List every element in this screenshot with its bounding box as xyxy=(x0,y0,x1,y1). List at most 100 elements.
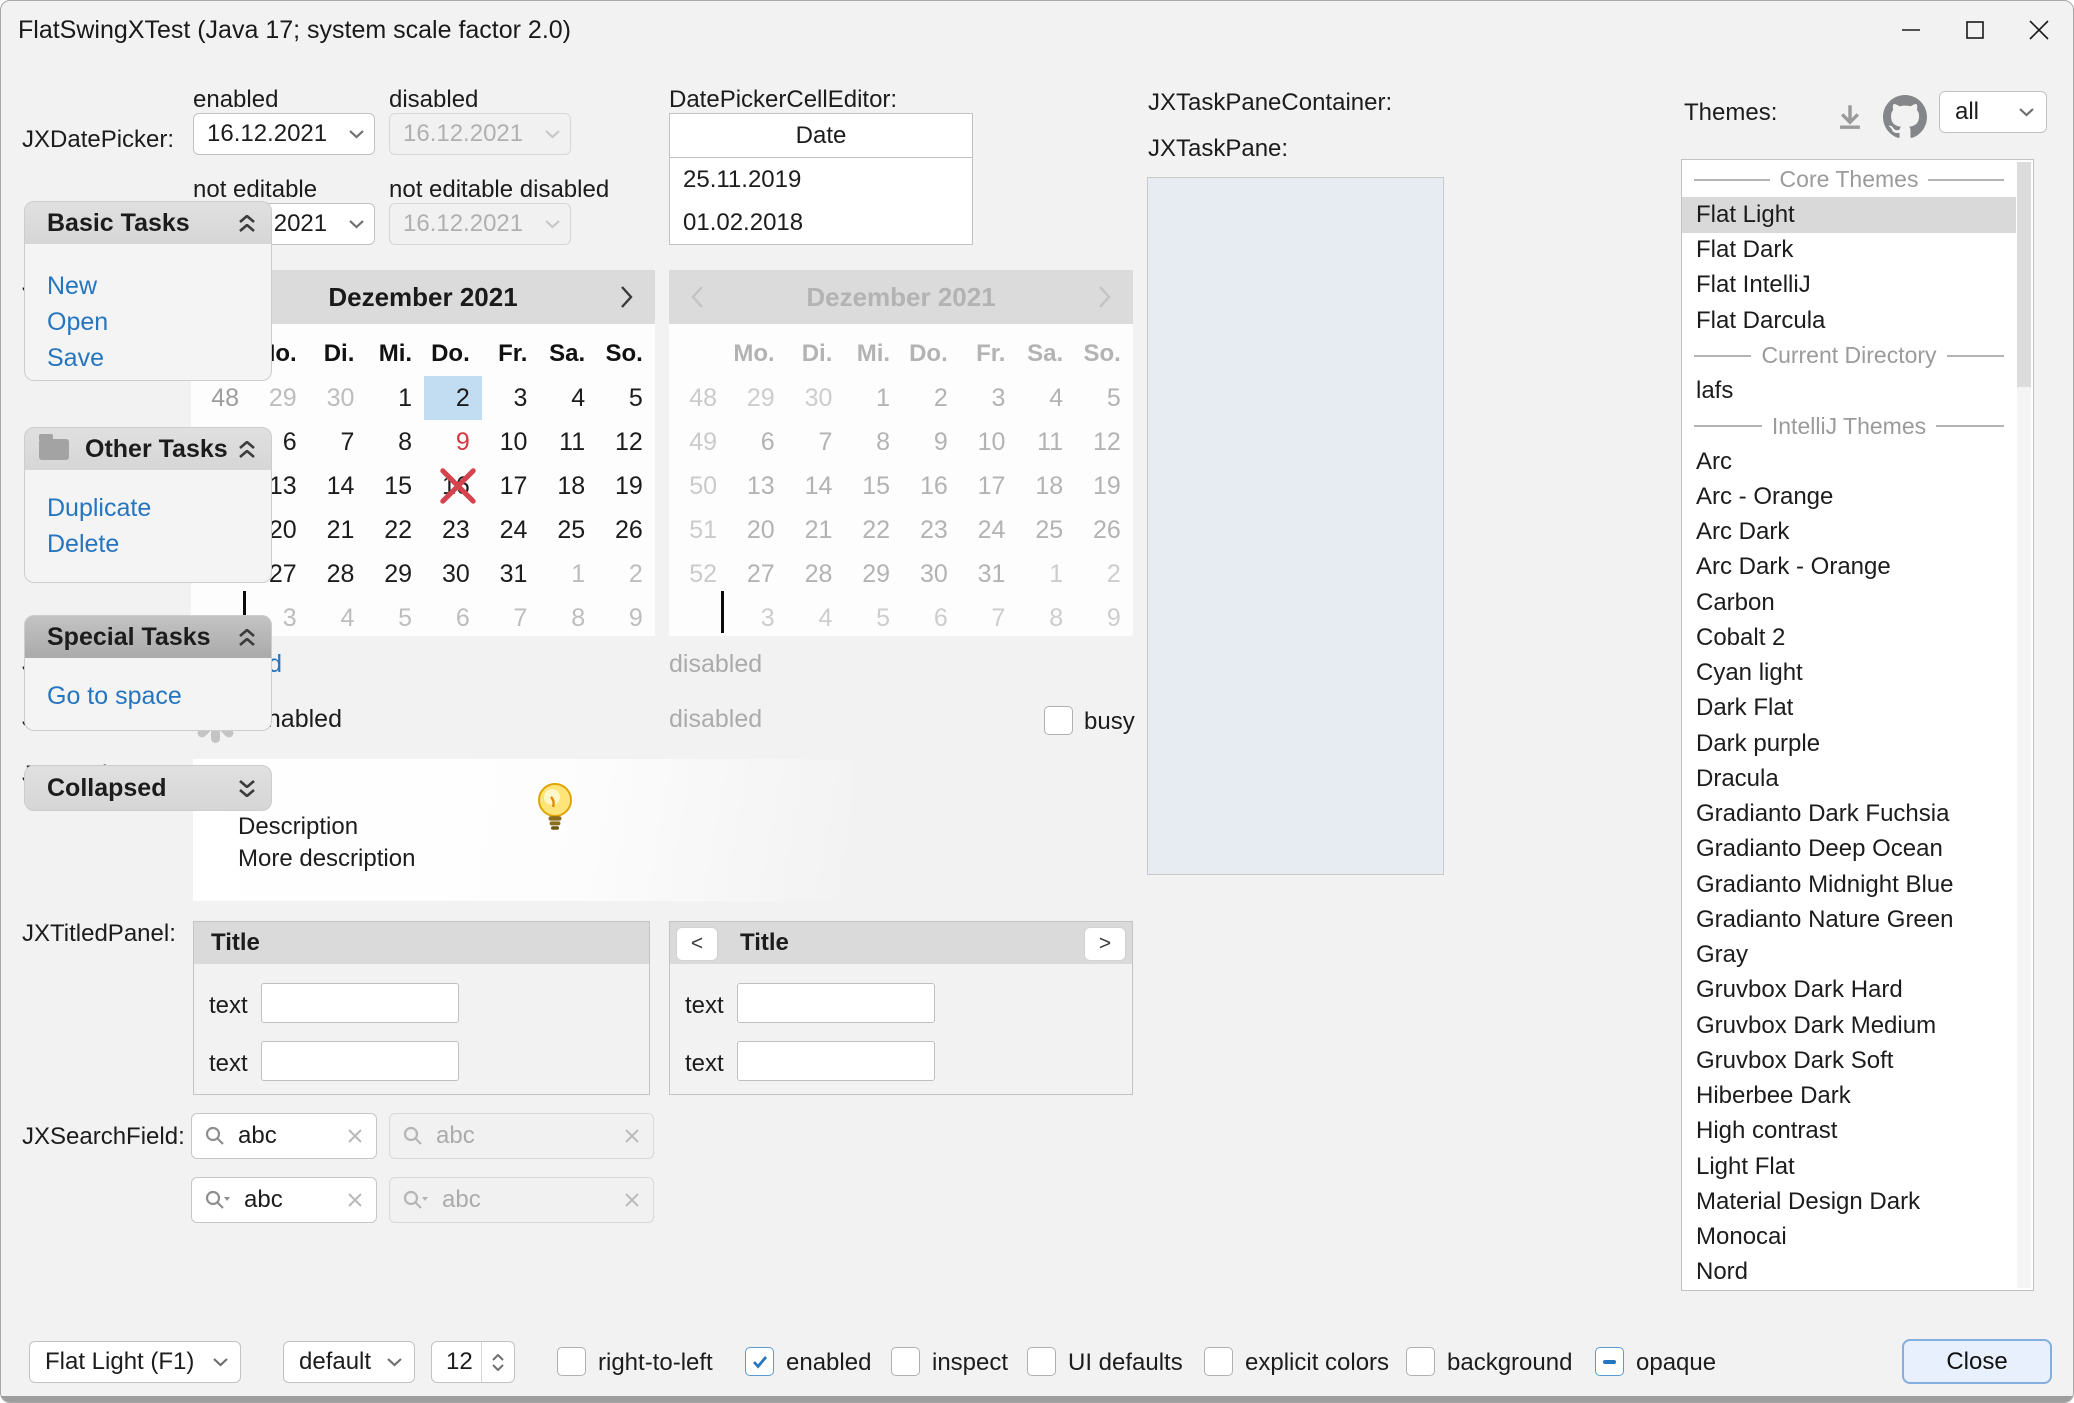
calendar-day[interactable]: 30 xyxy=(424,552,482,596)
calendar-day[interactable]: 19 xyxy=(597,464,655,508)
checkbox-label[interactable]: right-to-left xyxy=(598,1349,713,1377)
theme-list-item[interactable]: Arc Dark - Orange xyxy=(1682,550,2016,585)
collapse-icon[interactable] xyxy=(239,215,255,232)
calendar-day[interactable]: 11 xyxy=(539,420,597,464)
expand-icon[interactable] xyxy=(239,780,255,797)
theme-list-item[interactable]: lafs xyxy=(1682,374,2016,409)
theme-list-item[interactable]: Light Flat xyxy=(1682,1149,2016,1184)
celleditor-table[interactable]: Date 25.11.2019 01.02.2018 xyxy=(669,113,973,245)
checkbox-label[interactable]: opaque xyxy=(1636,1349,1716,1377)
checkbox-label[interactable]: enabled xyxy=(786,1349,871,1377)
table-column-header[interactable]: Date xyxy=(670,114,972,158)
laf-combo[interactable]: Flat Light (F1) xyxy=(29,1341,241,1383)
checkbox-ui-defaults[interactable] xyxy=(1027,1347,1056,1376)
calendar-day[interactable]: 12 xyxy=(597,420,655,464)
theme-list-item[interactable]: Nord xyxy=(1682,1255,2016,1290)
calendar-day[interactable]: 5 xyxy=(366,596,424,640)
font-size-spinner[interactable]: 12 xyxy=(431,1341,515,1383)
calendar-day[interactable]: 1 xyxy=(539,552,597,596)
download-icon[interactable] xyxy=(1833,101,1867,135)
themes-list[interactable]: Core ThemesFlat LightFlat DarkFlat Intel… xyxy=(1681,159,2034,1291)
calendar-day[interactable]: 26 xyxy=(597,508,655,552)
theme-list-item[interactable]: Arc - Orange xyxy=(1682,479,2016,514)
chevron-down-icon[interactable] xyxy=(492,1364,504,1371)
calendar-day[interactable]: 29 xyxy=(366,552,424,596)
collapse-icon[interactable] xyxy=(239,629,255,646)
calendar-day[interactable]: 6 xyxy=(424,596,482,640)
calendar-day[interactable]: 24 xyxy=(482,508,540,552)
chevron-right-icon[interactable] xyxy=(599,285,655,309)
themes-filter-combo[interactable]: all xyxy=(1939,91,2047,133)
search-input[interactable] xyxy=(232,1185,346,1215)
theme-list-item[interactable]: Hiberbee Dark xyxy=(1682,1079,2016,1114)
spinner-buttons[interactable] xyxy=(481,1342,514,1382)
taskpane-header-special-tasks[interactable]: Special Tasks xyxy=(24,615,272,659)
calendar-day[interactable]: 28 xyxy=(309,552,367,596)
checkbox-right-to-left[interactable] xyxy=(557,1347,586,1376)
scrollbar-thumb[interactable] xyxy=(2017,162,2031,387)
checkbox-explicit-colors[interactable] xyxy=(1204,1347,1233,1376)
font-combo[interactable]: default xyxy=(283,1341,415,1383)
calendar-day[interactable]: 17 xyxy=(482,464,540,508)
theme-list-item[interactable]: Gradianto Deep Ocean xyxy=(1682,832,2016,867)
calendar-day[interactable]: 29 xyxy=(251,376,309,420)
calendar-day[interactable]: 8 xyxy=(366,420,424,464)
theme-list-item[interactable]: Arc Dark xyxy=(1682,515,2016,550)
close-button[interactable] xyxy=(2007,1,2071,59)
close-dialog-button[interactable]: Close xyxy=(1902,1339,2052,1384)
theme-list-item[interactable]: Flat Dark xyxy=(1682,233,2016,268)
checkbox-opaque[interactable] xyxy=(1595,1347,1624,1376)
chevron-down-icon[interactable] xyxy=(338,129,374,139)
checkbox-label[interactable]: explicit colors xyxy=(1245,1349,1389,1377)
search-field-dropdown[interactable] xyxy=(191,1177,377,1223)
task-link-go-to-space[interactable]: Go to space xyxy=(47,678,271,714)
calendar-day[interactable]: 9 xyxy=(597,596,655,640)
scrollbar[interactable] xyxy=(2017,162,2031,1288)
checkbox-label[interactable]: background xyxy=(1447,1349,1572,1377)
theme-list-item[interactable]: Dracula xyxy=(1682,761,2016,796)
calendar-day[interactable]: 5 xyxy=(597,376,655,420)
theme-list-item[interactable]: Gradianto Midnight Blue xyxy=(1682,867,2016,902)
theme-list-item[interactable]: Gray xyxy=(1682,938,2016,973)
taskpane-header-basic-tasks[interactable]: Basic Tasks xyxy=(24,201,272,245)
checkbox-background[interactable] xyxy=(1406,1347,1435,1376)
spinner-value[interactable]: 12 xyxy=(432,1342,481,1382)
task-link-delete[interactable]: Delete xyxy=(47,526,271,562)
search-dropdown-icon[interactable] xyxy=(204,1189,232,1211)
calendar-day[interactable]: 14 xyxy=(309,464,367,508)
calendar-day[interactable]: 8 xyxy=(539,596,597,640)
theme-list-item[interactable]: Material Design Dark xyxy=(1682,1184,2016,1219)
theme-list-item[interactable]: Arc xyxy=(1682,444,2016,479)
calendar-day[interactable]: 18 xyxy=(539,464,597,508)
checkbox-inspect[interactable] xyxy=(891,1347,920,1376)
calendar-day[interactable]: 23 xyxy=(424,508,482,552)
theme-list-item[interactable]: Gradianto Nature Green xyxy=(1682,902,2016,937)
calendar-day[interactable]: 7 xyxy=(482,596,540,640)
chevron-up-icon[interactable] xyxy=(492,1354,504,1361)
calendar-day[interactable]: 3 xyxy=(482,376,540,420)
calendar-day[interactable]: 4 xyxy=(539,376,597,420)
theme-list-item[interactable]: Cobalt 2 xyxy=(1682,620,2016,655)
theme-list-item[interactable]: Dark purple xyxy=(1682,726,2016,761)
calendar-day[interactable]: 9 xyxy=(424,420,482,464)
calendar-day[interactable]: 2 xyxy=(597,552,655,596)
calendar-day[interactable]: 31 xyxy=(482,552,540,596)
calendar-day[interactable]: 21 xyxy=(309,508,367,552)
calendar-day[interactable]: 2 xyxy=(424,376,482,420)
theme-list-item[interactable]: High contrast xyxy=(1682,1114,2016,1149)
theme-list-item[interactable]: Flat Light xyxy=(1682,197,2016,232)
datepicker-value[interactable]: 16.12.2021 xyxy=(194,120,338,148)
text-input[interactable] xyxy=(737,1041,935,1081)
search-input[interactable] xyxy=(226,1121,346,1151)
calendar-day[interactable]: 15 xyxy=(366,464,424,508)
theme-list-item[interactable]: Gruvbox Dark Medium xyxy=(1682,1008,2016,1043)
search-field[interactable] xyxy=(191,1113,377,1159)
table-row[interactable]: 01.02.2018 xyxy=(670,201,972,244)
task-link-duplicate[interactable]: Duplicate xyxy=(47,490,271,526)
calendar-day[interactable]: 4 xyxy=(309,596,367,640)
collapse-icon[interactable] xyxy=(239,441,255,458)
theme-list-item[interactable]: Gruvbox Dark Hard xyxy=(1682,973,2016,1008)
theme-list-item[interactable]: Monocai xyxy=(1682,1220,2016,1255)
minimize-button[interactable] xyxy=(1879,1,1943,59)
theme-list-item[interactable]: Flat Darcula xyxy=(1682,303,2016,338)
